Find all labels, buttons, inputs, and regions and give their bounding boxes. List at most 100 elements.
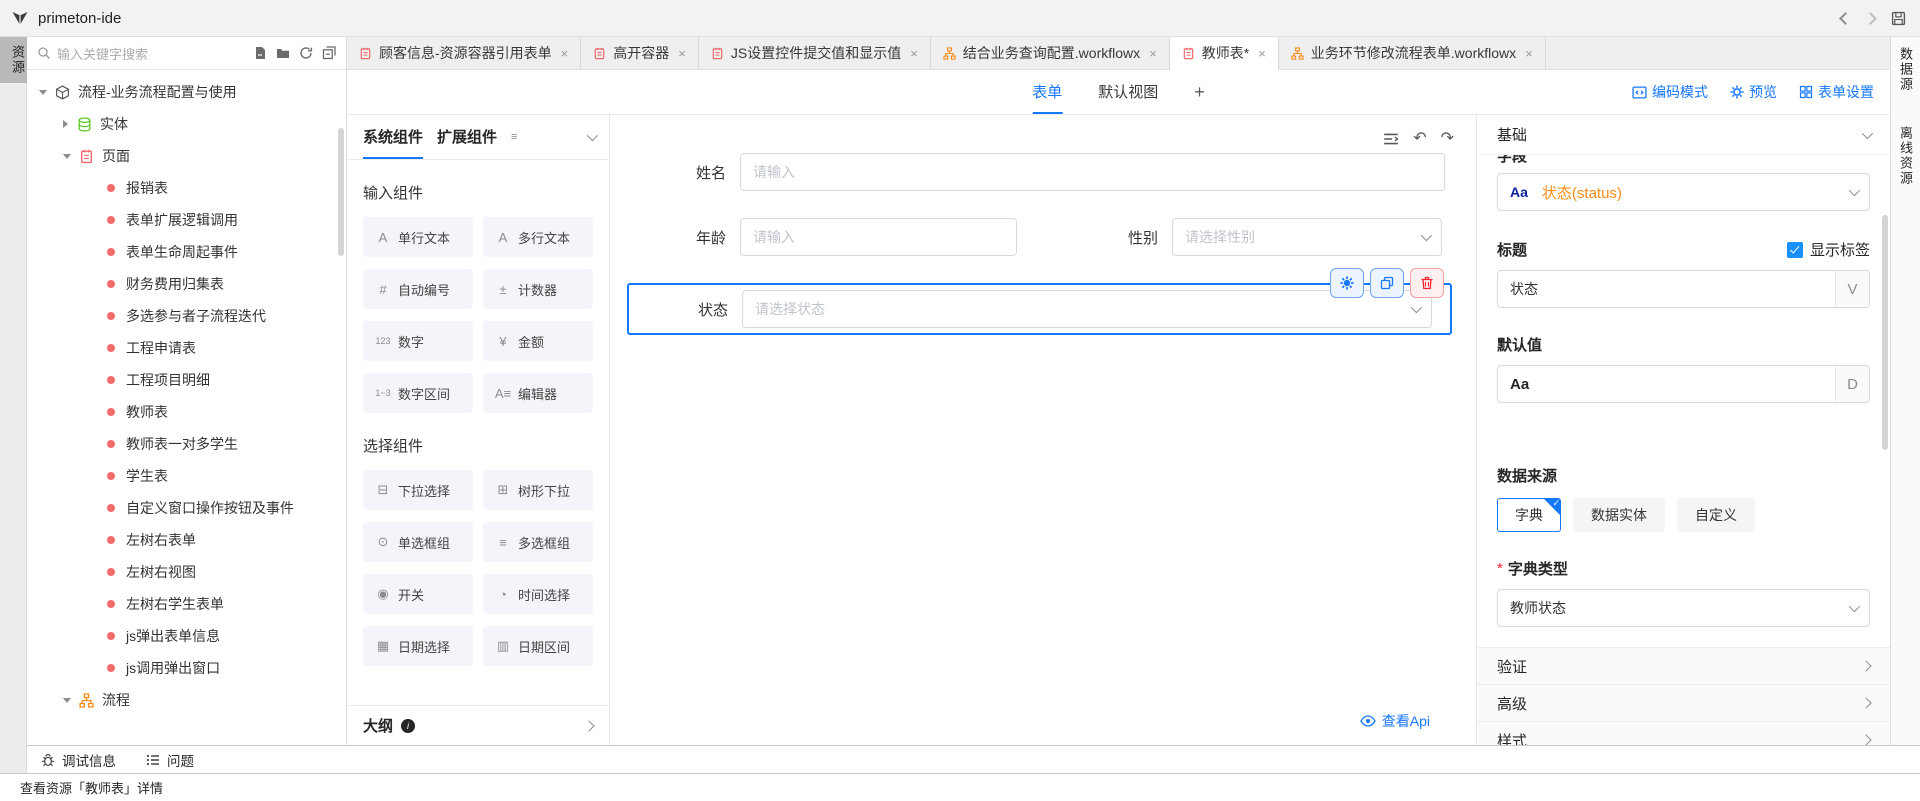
tree-leaf-page[interactable]: 财务费用归集表 — [27, 268, 346, 300]
data-source-custom-button[interactable]: 自定义 — [1677, 498, 1755, 532]
collapse-arrow-icon[interactable] — [63, 120, 68, 128]
tree-leaf-page[interactable]: 左树右视图 — [27, 556, 346, 588]
chevron-right-icon[interactable] — [583, 720, 594, 731]
form-settings-button[interactable]: 表单设置 — [1799, 82, 1874, 102]
default-suffix-button[interactable]: D — [1835, 366, 1869, 402]
editor-tab[interactable]: JS设置控件提交值和显示值 × — [699, 37, 931, 69]
preview-button[interactable]: 预览 — [1730, 82, 1777, 102]
collapse-all-icon[interactable] — [322, 46, 336, 60]
close-icon[interactable]: × — [561, 47, 569, 60]
close-icon[interactable]: × — [1258, 47, 1266, 60]
tree-node-process[interactable]: 流程 — [27, 684, 346, 716]
tree-leaf-page[interactable]: 教师表一对多学生 — [27, 428, 346, 460]
component-editor[interactable]: A≡编辑器 — [483, 373, 593, 413]
outline-bar[interactable]: 大纲 i — [347, 705, 609, 745]
close-icon[interactable]: × — [678, 47, 686, 60]
tree-leaf-page[interactable]: 自定义窗口操作按钮及事件 — [27, 492, 346, 524]
nav-back-icon[interactable] — [1841, 14, 1850, 23]
component-number[interactable]: 123数字 — [363, 321, 473, 361]
component-switch[interactable]: ◉开关 — [363, 574, 473, 614]
title-input[interactable]: 状态 V — [1497, 270, 1870, 308]
sidebar-tab-resources[interactable]: 资源 — [0, 37, 27, 83]
canvas-field-status-selected[interactable]: 状态 请选择状态 — [627, 283, 1452, 335]
tree-leaf-page[interactable]: js调用弹出窗口 — [27, 652, 346, 684]
show-label-checkbox[interactable]: 显示标签 — [1787, 239, 1870, 260]
tree-scrollbar[interactable] — [338, 128, 344, 256]
checkbox-checked-icon[interactable] — [1787, 242, 1803, 258]
sidebar-tab-datasource[interactable]: 数据源 — [1896, 37, 1915, 102]
data-source-dict-button[interactable]: 字典 — [1497, 498, 1561, 532]
close-icon[interactable]: × — [910, 47, 918, 60]
component-tree-dropdown[interactable]: ⊞树形下拉 — [483, 470, 593, 510]
field-selector-dropdown[interactable]: Aa 状态(status) — [1497, 173, 1870, 211]
gender-select[interactable]: 请选择性别 — [1172, 218, 1442, 256]
component-single-line-text[interactable]: A单行文本 — [363, 217, 473, 257]
import-resource-icon[interactable] — [253, 46, 267, 60]
search-input[interactable]: 输入关键字搜索 — [57, 44, 247, 63]
refresh-icon[interactable] — [299, 46, 313, 60]
data-source-entity-button[interactable]: 数据实体 — [1573, 498, 1665, 532]
tree-leaf-page[interactable]: 多选参与者子流程迭代 — [27, 300, 346, 332]
section-style[interactable]: 样式 — [1477, 722, 1890, 745]
tree-node-entity[interactable]: 实体 — [27, 108, 346, 140]
tree-leaf-page[interactable]: 表单生命周起事件 — [27, 236, 346, 268]
menu-icon[interactable]: ≡ — [511, 131, 517, 143]
tree-leaf-page[interactable]: 学生表 — [27, 460, 346, 492]
component-counter[interactable]: ±计数器 — [483, 269, 593, 309]
component-multi-line-text[interactable]: A多行文本 — [483, 217, 593, 257]
tree-leaf-page[interactable]: js弹出表单信息 — [27, 620, 346, 652]
view-api-link[interactable]: 查看Api — [1360, 711, 1430, 731]
variable-suffix-button[interactable]: V — [1835, 271, 1869, 307]
sidebar-tab-offline-resources[interactable]: 离线资源 — [1896, 116, 1915, 196]
component-date-range[interactable]: ▥日期区间 — [483, 626, 593, 666]
problems-tab[interactable]: 问题 — [146, 750, 194, 770]
default-value-input[interactable]: Aa D — [1497, 365, 1870, 403]
tab-form[interactable]: 表单 — [1032, 70, 1062, 114]
layout-align-icon[interactable] — [1383, 131, 1399, 147]
component-dropdown-select[interactable]: ⊟下拉选择 — [363, 470, 473, 510]
section-validation[interactable]: 验证 — [1477, 648, 1890, 685]
editor-tab[interactable]: 业务环节修改流程表单.workflowx × — [1279, 37, 1546, 69]
name-input[interactable]: 请输入 — [740, 153, 1445, 191]
close-icon[interactable]: × — [1149, 47, 1157, 60]
close-icon[interactable]: × — [1525, 47, 1533, 60]
tree-node-root[interactable]: 流程-业务流程配置与使用 — [27, 76, 346, 108]
component-radio-group[interactable]: ⊙单选框组 — [363, 522, 473, 562]
add-view-button[interactable]: + — [1194, 70, 1205, 114]
status-select[interactable]: 请选择状态 — [742, 290, 1432, 328]
nav-forward-icon[interactable] — [1866, 14, 1875, 23]
editor-tab[interactable]: 高开容器 × — [581, 37, 699, 69]
component-checkbox-group[interactable]: ≡多选框组 — [483, 522, 593, 562]
save-icon[interactable] — [1891, 11, 1906, 26]
component-number-range[interactable]: 1~3数字区间 — [363, 373, 473, 413]
tab-extended-components[interactable]: 扩展组件 — [437, 115, 497, 159]
undo-icon[interactable]: ↶ — [1413, 131, 1426, 147]
editor-tab[interactable]: 结合业务查询配置.workflowx × — [931, 37, 1170, 69]
editor-tab-active[interactable]: 教师表* × — [1170, 37, 1279, 70]
expand-arrow-icon[interactable] — [39, 90, 47, 95]
tree-node-pages[interactable]: 页面 — [27, 140, 346, 172]
field-copy-button[interactable] — [1370, 268, 1404, 298]
redo-icon[interactable]: ↷ — [1441, 131, 1454, 147]
tree-leaf-page[interactable]: 教师表 — [27, 396, 346, 428]
code-mode-button[interactable]: 编码模式 — [1632, 82, 1708, 102]
properties-header[interactable]: 基础 — [1477, 115, 1890, 155]
tab-system-components[interactable]: 系统组件 — [363, 115, 423, 159]
age-input[interactable]: 请输入 — [740, 218, 1017, 256]
tree-leaf-page[interactable]: 表单扩展逻辑调用 — [27, 204, 346, 236]
dict-type-select[interactable]: 教师状态 — [1497, 589, 1870, 627]
component-time-picker[interactable]: ◔时间选择 — [483, 574, 593, 614]
tree-leaf-page[interactable]: 报销表 — [27, 172, 346, 204]
editor-tab[interactable]: 顾客信息-资源容器引用表单 × — [347, 37, 581, 69]
expand-arrow-icon[interactable] — [63, 698, 71, 703]
chevron-down-icon[interactable] — [587, 130, 598, 141]
component-auto-number[interactable]: #自动编号 — [363, 269, 473, 309]
properties-scrollbar[interactable] — [1882, 215, 1888, 450]
component-amount[interactable]: ¥金额 — [483, 321, 593, 361]
component-date-picker[interactable]: ▦日期选择 — [363, 626, 473, 666]
tree-leaf-page[interactable]: 左树右学生表单 — [27, 588, 346, 620]
tree-leaf-page[interactable]: 工程申请表 — [27, 332, 346, 364]
section-advanced[interactable]: 高级 — [1477, 685, 1890, 722]
field-delete-button[interactable] — [1410, 268, 1444, 298]
tree-leaf-page[interactable]: 左树右表单 — [27, 524, 346, 556]
